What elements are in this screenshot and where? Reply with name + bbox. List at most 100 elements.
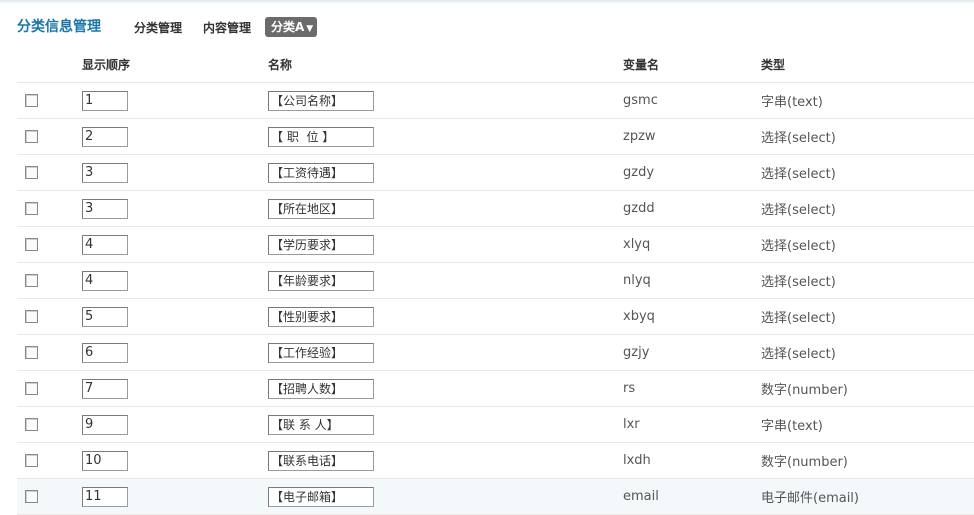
row-select-cell <box>17 298 82 335</box>
order-input[interactable] <box>82 90 128 111</box>
row-checkbox[interactable] <box>25 310 38 323</box>
row-select-cell <box>17 82 82 119</box>
order-input[interactable] <box>82 342 128 363</box>
order-cell <box>82 406 268 443</box>
name-input[interactable] <box>268 270 374 291</box>
order-input[interactable] <box>82 270 128 291</box>
name-input[interactable] <box>268 450 374 471</box>
variable-cell: xbyq <box>623 298 761 335</box>
type-cell: 数字(number) <box>761 442 974 479</box>
row-checkbox[interactable] <box>25 490 38 503</box>
table-header-row: 显示顺序 名称 变量名 类型 <box>17 46 974 83</box>
name-cell <box>268 442 623 479</box>
variable-cell: xlyq <box>623 226 761 263</box>
fields-table: 显示顺序 名称 变量名 类型 gsmc 字串(text) zpzw 选择(sel… <box>17 46 974 515</box>
order-cell <box>82 478 268 515</box>
name-cell <box>268 82 623 119</box>
name-cell <box>268 154 623 191</box>
table-row: gsmc 字串(text) <box>17 82 974 119</box>
row-select-cell <box>17 226 82 263</box>
table-row: xbyq 选择(select) <box>17 298 974 335</box>
type-cell: 选择(select) <box>761 334 974 371</box>
name-cell <box>268 118 623 155</box>
order-input[interactable] <box>82 378 128 399</box>
name-cell <box>268 226 623 263</box>
row-select-cell <box>17 190 82 227</box>
order-cell <box>82 154 268 191</box>
row-select-cell <box>17 118 82 155</box>
type-cell: 选择(select) <box>761 226 974 263</box>
type-cell: 字串(text) <box>761 406 974 443</box>
order-input[interactable] <box>82 126 128 147</box>
name-cell <box>268 334 623 371</box>
order-cell <box>82 334 268 371</box>
variable-cell: gzdy <box>623 154 761 191</box>
order-input[interactable] <box>82 450 128 471</box>
table-row: gzjy 选择(select) <box>17 334 974 371</box>
row-checkbox[interactable] <box>25 202 38 215</box>
row-checkbox[interactable] <box>25 274 38 287</box>
category-dropdown-label: 分类A <box>271 20 305 34</box>
variable-cell: gsmc <box>623 82 761 119</box>
name-cell <box>268 370 623 407</box>
row-checkbox[interactable] <box>25 418 38 431</box>
nav-content-management[interactable]: 内容管理 <box>203 19 251 36</box>
table-row: gzdd 选择(select) <box>17 190 974 227</box>
name-cell <box>268 478 623 515</box>
name-input[interactable] <box>268 234 374 255</box>
order-input[interactable] <box>82 306 128 327</box>
variable-cell: gzdd <box>623 190 761 227</box>
name-cell <box>268 298 623 335</box>
type-cell: 数字(number) <box>761 370 974 407</box>
name-cell <box>268 406 623 443</box>
name-input[interactable] <box>268 306 374 327</box>
name-input[interactable] <box>268 342 374 363</box>
variable-cell: zpzw <box>623 118 761 155</box>
variable-cell: lxr <box>623 406 761 443</box>
name-input[interactable] <box>268 126 374 147</box>
name-input[interactable] <box>268 486 374 507</box>
chevron-down-icon: ▼ <box>306 24 314 34</box>
row-checkbox[interactable] <box>25 382 38 395</box>
row-checkbox[interactable] <box>25 130 38 143</box>
category-dropdown[interactable]: 分类A ▼ <box>265 17 318 37</box>
row-select-cell <box>17 442 82 479</box>
row-checkbox[interactable] <box>25 238 38 251</box>
page-title: 分类信息管理 <box>17 19 101 35</box>
row-checkbox[interactable] <box>25 454 38 467</box>
name-input[interactable] <box>268 198 374 219</box>
row-checkbox[interactable] <box>25 166 38 179</box>
order-input[interactable] <box>82 198 128 219</box>
type-cell: 电子邮件(email) <box>761 478 974 515</box>
name-cell <box>268 190 623 227</box>
table-row: xlyq 选择(select) <box>17 226 974 263</box>
table-row: lxr 字串(text) <box>17 406 974 443</box>
order-input[interactable] <box>82 414 128 435</box>
header-checkbox-col <box>17 46 82 83</box>
variable-cell: gzjy <box>623 334 761 371</box>
header-variable: 变量名 <box>623 46 761 83</box>
row-select-cell <box>17 406 82 443</box>
table-row: nlyq 选择(select) <box>17 262 974 299</box>
nav-category-management[interactable]: 分类管理 <box>134 19 182 36</box>
variable-cell: email <box>623 478 761 515</box>
row-checkbox[interactable] <box>25 94 38 107</box>
order-input[interactable] <box>82 486 128 507</box>
page-header: 分类信息管理 分类管理 内容管理 分类A ▼ <box>0 0 974 46</box>
type-cell: 选择(select) <box>761 154 974 191</box>
order-cell <box>82 370 268 407</box>
row-select-cell <box>17 478 82 515</box>
name-input[interactable] <box>268 378 374 399</box>
order-cell <box>82 118 268 155</box>
name-input[interactable] <box>268 162 374 183</box>
table-row: zpzw 选择(select) <box>17 118 974 155</box>
variable-cell: nlyq <box>623 262 761 299</box>
order-input[interactable] <box>82 162 128 183</box>
type-cell: 选择(select) <box>761 118 974 155</box>
order-cell <box>82 226 268 263</box>
name-input[interactable] <box>268 414 374 435</box>
order-input[interactable] <box>82 234 128 255</box>
name-input[interactable] <box>268 90 374 111</box>
row-checkbox[interactable] <box>25 346 38 359</box>
row-select-cell <box>17 370 82 407</box>
